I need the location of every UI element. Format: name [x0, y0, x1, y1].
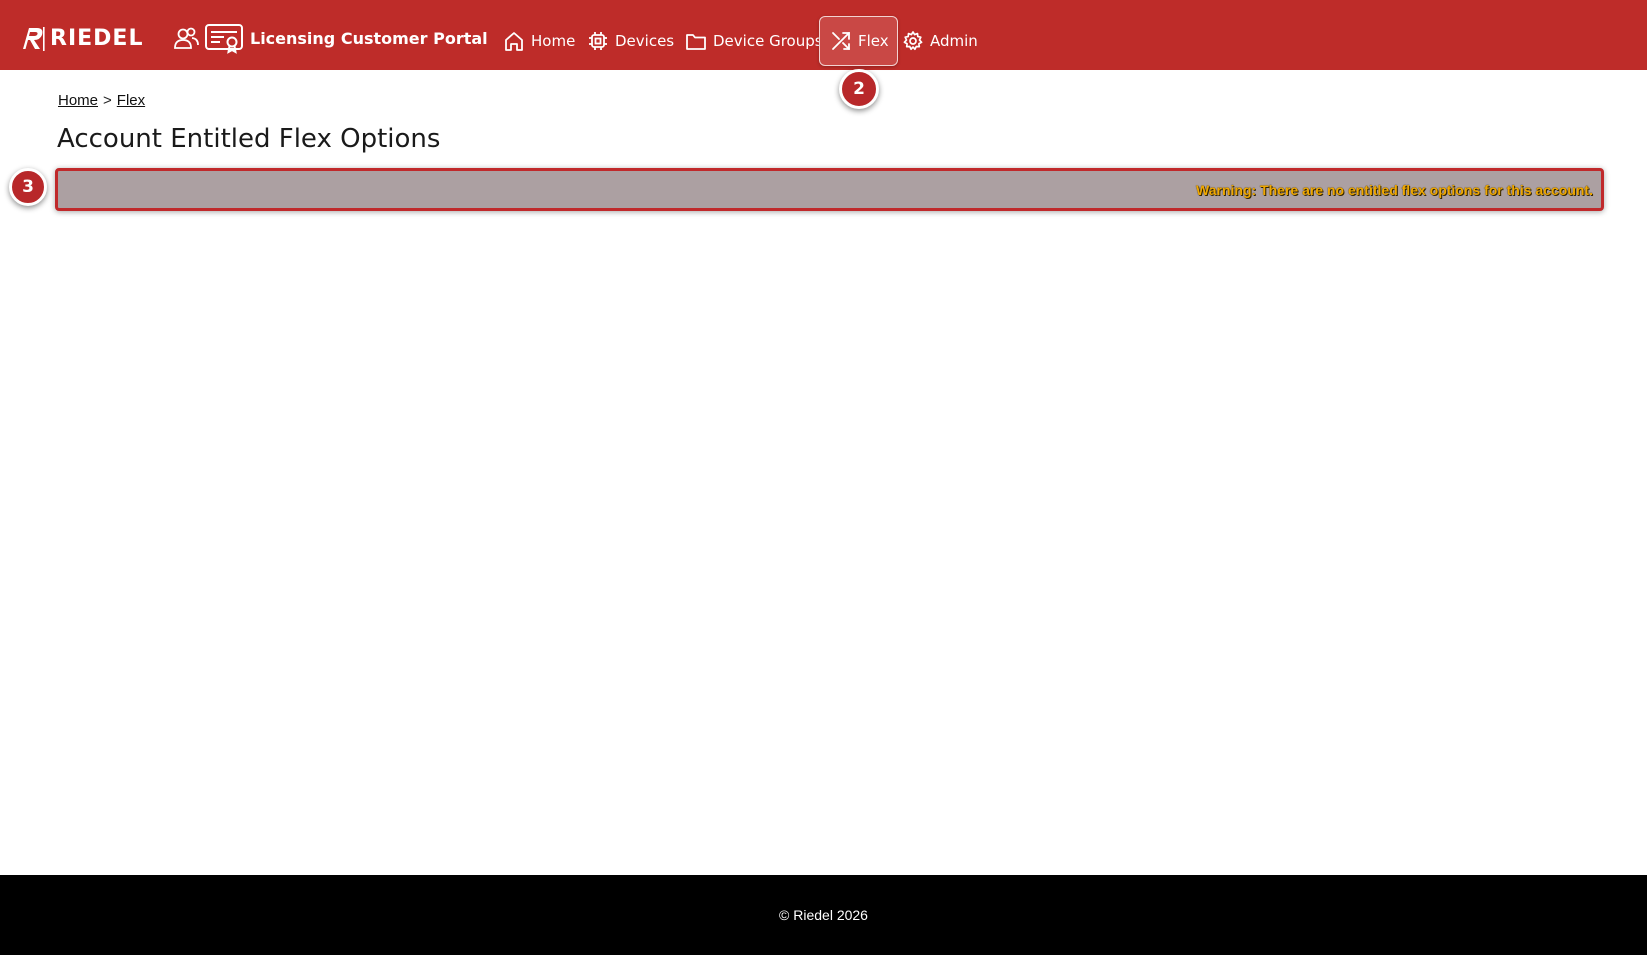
- nav-device-groups-label: Device Groups: [713, 32, 823, 50]
- nav-devices[interactable]: Devices: [587, 16, 674, 66]
- footer: © Riedel 2026: [0, 875, 1647, 955]
- warning-message: Warning: There are no entitled flex opti…: [1196, 181, 1593, 198]
- folder-icon: [686, 34, 706, 50]
- nav-home[interactable]: Home: [503, 16, 575, 66]
- top-navigation-bar: RIEDEL Licensing Customer Portal Home De…: [0, 0, 1647, 70]
- copyright-text: © Riedel 2026: [779, 907, 868, 923]
- users-icon: [174, 27, 199, 49]
- riedel-logo[interactable]: RIEDEL: [20, 20, 143, 56]
- step-badge-2: 2: [839, 69, 879, 109]
- portal-title: Licensing Customer Portal: [250, 28, 488, 48]
- portal-branding: Licensing Customer Portal: [172, 22, 488, 54]
- nav-devices-label: Devices: [615, 32, 675, 50]
- license-certificate-icon: [205, 24, 243, 54]
- nav-flex-label: Flex: [858, 32, 889, 50]
- riedel-r-logo-icon: [23, 27, 45, 51]
- nav-flex[interactable]: Flex: [819, 16, 898, 66]
- home-icon: [505, 32, 523, 51]
- shuffle-icon: [832, 32, 850, 50]
- chip-icon: [589, 32, 607, 50]
- breadcrumb: Home > Flex: [58, 92, 145, 109]
- step-badge-3: 3: [9, 168, 47, 206]
- nav-device-groups[interactable]: Device Groups: [685, 16, 823, 66]
- nav-admin-label: Admin: [930, 32, 978, 50]
- page-title: Account Entitled Flex Options: [57, 124, 441, 154]
- breadcrumb-separator: >: [103, 92, 112, 109]
- nav-home-label: Home: [531, 32, 576, 50]
- nav-admin[interactable]: Admin: [902, 16, 978, 66]
- breadcrumb-home-link[interactable]: Home: [58, 92, 98, 109]
- warning-banner: Warning: There are no entitled flex opti…: [55, 168, 1604, 211]
- logo-text: RIEDEL: [50, 25, 144, 51]
- gear-icon: [903, 31, 923, 51]
- breadcrumb-flex-link[interactable]: Flex: [117, 92, 145, 109]
